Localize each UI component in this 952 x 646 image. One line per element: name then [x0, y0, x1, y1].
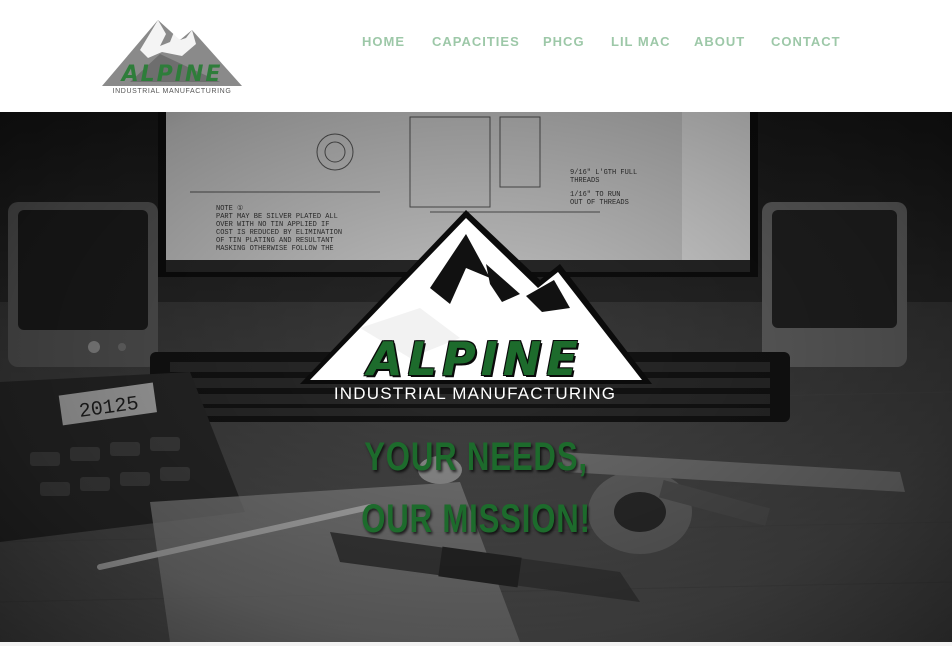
- nav-about[interactable]: ABOUT: [694, 33, 745, 51]
- nav-capacities[interactable]: CAPACITIES: [432, 33, 520, 51]
- page-bottom-edge: [0, 642, 952, 646]
- hero-tagline-line2: OUR MISSION!: [361, 497, 591, 541]
- nav-lil-mac[interactable]: LIL MAC: [611, 33, 670, 51]
- hero-banner: NOTE ① PART MAY BE SILVER PLATED ALL OVE…: [0, 112, 952, 642]
- nav-home[interactable]: HOME: [362, 33, 405, 51]
- hero-logo-wordmark: ALPINE: [367, 332, 583, 386]
- hero-tagline-line1: YOUR NEEDS,: [364, 435, 588, 479]
- site-header: ALPINE INDUSTRIAL MANUFACTURING HOME CAP…: [0, 0, 952, 112]
- site-logo[interactable]: ALPINE INDUSTRIAL MANUFACTURING: [100, 16, 244, 100]
- nav-contact[interactable]: CONTACT: [771, 33, 841, 51]
- main-nav: HOME CAPACITIES PHCG LIL MAC ABOUT CONTA…: [0, 33, 952, 51]
- logo-wordmark: ALPINE: [121, 62, 223, 87]
- nav-phcg[interactable]: PHCG: [543, 33, 585, 51]
- logo-subtitle: INDUSTRIAL MANUFACTURING: [112, 88, 232, 95]
- hero-logo: ALPINE INDUSTRIAL MANUFACTURING: [290, 208, 660, 408]
- hero-logo-subtitle: INDUSTRIAL MANUFACTURING: [333, 384, 617, 403]
